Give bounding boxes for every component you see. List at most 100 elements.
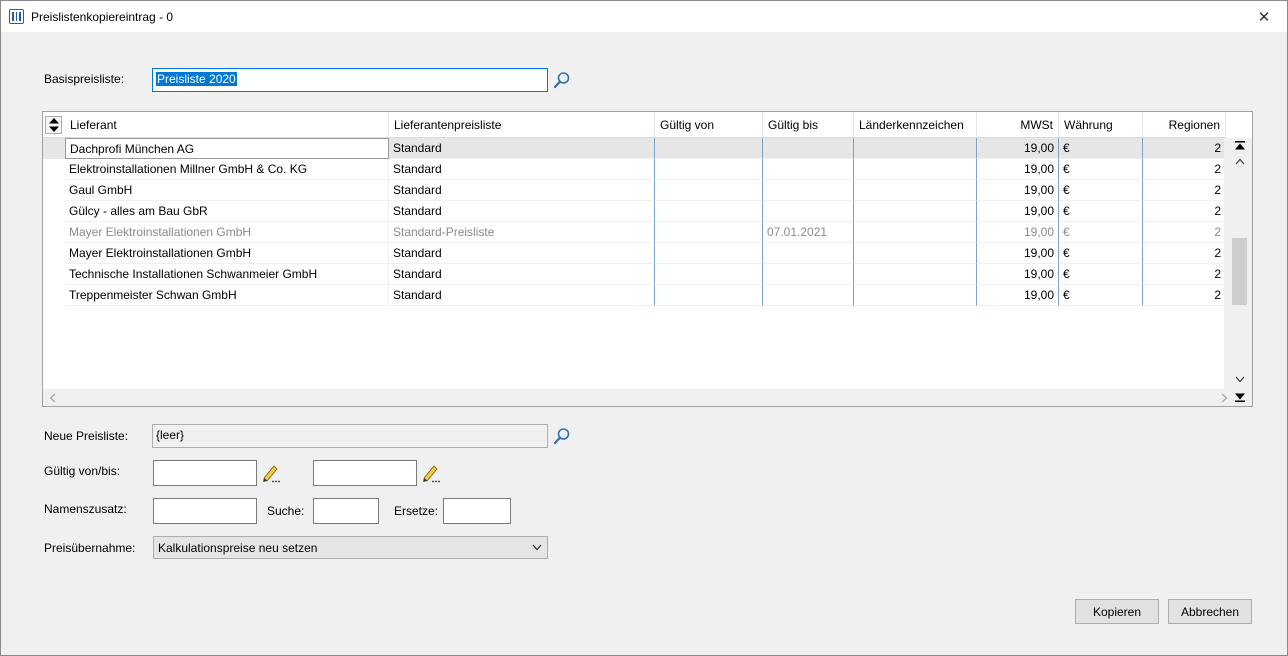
table-row[interactable]: Treppenmeister Schwan GmbH Standard 19,0… <box>43 285 1226 306</box>
cell-regions[interactable]: 2 <box>1143 138 1226 159</box>
cell-country[interactable] <box>854 201 977 222</box>
table-row[interactable]: Elektroinstallationen Millner GmbH & Co.… <box>43 159 1226 180</box>
valid-from-edit-button[interactable] <box>261 463 281 483</box>
cell-valid-to[interactable] <box>763 180 854 201</box>
cell-supplier[interactable]: Gaul GmbH <box>65 180 389 201</box>
scroll-to-top-icon[interactable] <box>1235 141 1245 150</box>
cell-country[interactable] <box>854 285 977 306</box>
copy-button[interactable]: Kopieren <box>1075 599 1159 624</box>
search-input[interactable] <box>313 498 379 524</box>
table-row[interactable]: Technische Installationen Schwanmeier Gm… <box>43 264 1226 285</box>
column-header-regions[interactable]: Regionen <box>1143 112 1226 138</box>
column-header-currency[interactable]: Währung <box>1059 112 1143 138</box>
replace-input[interactable] <box>443 498 511 524</box>
column-header-valid-to[interactable]: Gültig bis <box>763 112 854 138</box>
horizontal-scrollbar[interactable] <box>43 389 1228 406</box>
cell-supplier[interactable]: Mayer Elektroinstallationen GmbH <box>65 243 389 264</box>
cell-valid-from[interactable] <box>655 222 763 243</box>
column-header-country-code[interactable]: Länderkennzeichen <box>854 112 977 138</box>
cell-valid-from[interactable] <box>655 264 763 285</box>
cell-supplier[interactable]: Treppenmeister Schwan GmbH <box>65 285 389 306</box>
price-transfer-select[interactable]: Kalkulationspreise neu setzen <box>153 536 548 559</box>
cell-regions[interactable]: 2 <box>1143 159 1226 180</box>
cell-pricelist[interactable]: Standard <box>389 138 655 159</box>
scroll-right-icon[interactable] <box>1221 393 1228 403</box>
column-header-valid-from[interactable]: Gültig von <box>655 112 763 138</box>
cell-valid-to[interactable] <box>763 243 854 264</box>
scroll-down-icon[interactable] <box>1235 376 1245 383</box>
base-pricelist-input[interactable]: Preisliste 2020 <box>152 68 548 92</box>
valid-from-input[interactable] <box>153 460 257 486</box>
cell-currency[interactable]: € <box>1059 243 1143 264</box>
valid-to-input[interactable] <box>313 460 417 486</box>
cell-country[interactable] <box>854 243 977 264</box>
cell-pricelist[interactable]: Standard <box>389 201 655 222</box>
column-header-supplier[interactable]: Lieferant <box>65 112 389 138</box>
cell-supplier[interactable]: Elektroinstallationen Millner GmbH & Co.… <box>65 159 389 180</box>
cell-valid-from[interactable] <box>655 180 763 201</box>
cell-regions[interactable]: 2 <box>1143 264 1226 285</box>
cell-currency[interactable]: € <box>1059 180 1143 201</box>
cell-supplier[interactable]: Gülcy - alles am Bau GbR <box>65 201 389 222</box>
cell-currency[interactable]: € <box>1059 285 1143 306</box>
cell-vat[interactable]: 19,00 <box>977 243 1059 264</box>
cell-supplier[interactable]: Dachprofi München AG <box>65 138 389 159</box>
cell-valid-from[interactable] <box>655 201 763 222</box>
table-row[interactable]: Dachprofi München AG Standard 19,00 € 2 <box>43 138 1226 159</box>
table-row[interactable]: Gaul GmbH Standard 19,00 € 2 <box>43 180 1226 201</box>
cell-pricelist[interactable]: Standard <box>389 159 655 180</box>
new-pricelist-search-button[interactable] <box>552 426 572 446</box>
table-row[interactable]: Gülcy - alles am Bau GbR Standard 19,00 … <box>43 201 1226 222</box>
cell-regions[interactable]: 2 <box>1143 201 1226 222</box>
cell-regions[interactable]: 2 <box>1143 180 1226 201</box>
cell-vat[interactable]: 19,00 <box>977 201 1059 222</box>
cell-pricelist[interactable]: Standard <box>389 180 655 201</box>
cell-regions[interactable]: 2 <box>1143 243 1226 264</box>
name-suffix-input[interactable] <box>153 498 257 524</box>
cell-country[interactable] <box>854 180 977 201</box>
cell-currency[interactable]: € <box>1059 201 1143 222</box>
cell-currency[interactable]: € <box>1059 264 1143 285</box>
cell-vat[interactable]: 19,00 <box>977 285 1059 306</box>
cell-country[interactable] <box>854 138 977 159</box>
new-pricelist-field[interactable]: {leer} <box>152 424 548 448</box>
cell-valid-to[interactable] <box>763 285 854 306</box>
column-header-vat[interactable]: MWSt <box>977 112 1059 138</box>
scroll-up-icon[interactable] <box>1235 158 1245 165</box>
cell-regions[interactable]: 2 <box>1143 222 1226 243</box>
cell-country[interactable] <box>854 222 977 243</box>
cell-valid-to[interactable]: 07.01.2021 <box>763 222 854 243</box>
cell-pricelist[interactable]: Standard <box>389 285 655 306</box>
cancel-button[interactable]: Abbrechen <box>1168 599 1252 624</box>
cell-valid-from[interactable] <box>655 138 763 159</box>
cell-valid-to[interactable] <box>763 138 854 159</box>
cell-supplier[interactable]: Technische Installationen Schwanmeier Gm… <box>65 264 389 285</box>
cell-country[interactable] <box>854 159 977 180</box>
valid-to-edit-button[interactable] <box>421 463 441 483</box>
cell-currency[interactable]: € <box>1059 222 1143 243</box>
cell-pricelist[interactable]: Standard <box>389 243 655 264</box>
base-pricelist-search-button[interactable] <box>552 70 572 90</box>
cell-valid-to[interactable] <box>763 201 854 222</box>
column-header-supplier-pricelist[interactable]: Lieferantenpreisliste <box>389 112 655 138</box>
scroll-left-icon[interactable] <box>49 393 56 403</box>
cell-valid-from[interactable] <box>655 243 763 264</box>
sort-toggle-button[interactable] <box>45 116 62 134</box>
cell-vat[interactable]: 19,00 <box>977 222 1059 243</box>
scroll-to-bottom-icon[interactable] <box>1235 393 1245 402</box>
cell-vat[interactable]: 19,00 <box>977 138 1059 159</box>
cell-vat[interactable]: 19,00 <box>977 180 1059 201</box>
cell-pricelist[interactable]: Standard-Preisliste <box>389 222 655 243</box>
cell-regions[interactable]: 2 <box>1143 285 1226 306</box>
vertical-scroll-thumb[interactable] <box>1232 238 1247 305</box>
cell-valid-to[interactable] <box>763 264 854 285</box>
cell-currency[interactable]: € <box>1059 138 1143 159</box>
vertical-scrollbar[interactable] <box>1224 138 1252 406</box>
close-button[interactable]: ✕ <box>1241 1 1287 32</box>
table-row-disabled[interactable]: Mayer Elektroinstallationen GmbH Standar… <box>43 222 1226 243</box>
cell-country[interactable] <box>854 264 977 285</box>
cell-valid-to[interactable] <box>763 159 854 180</box>
cell-supplier[interactable]: Mayer Elektroinstallationen GmbH <box>65 222 389 243</box>
cell-vat[interactable]: 19,00 <box>977 159 1059 180</box>
cell-valid-from[interactable] <box>655 159 763 180</box>
